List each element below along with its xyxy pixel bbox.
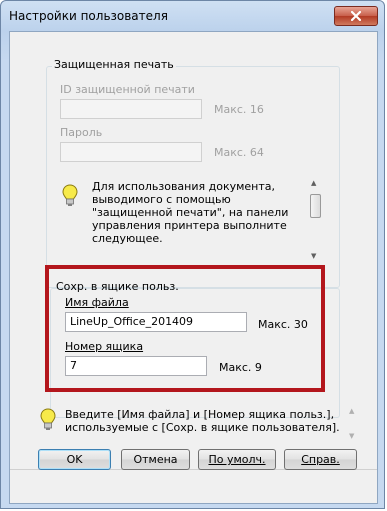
scroll-thumb[interactable]	[310, 194, 321, 218]
hint-lightbulb-icon	[40, 408, 56, 430]
defaults-button[interactable]: По умолч.	[198, 449, 276, 470]
cancel-button[interactable]: Отмена	[121, 449, 190, 470]
hint-text: Введите [Имя файла] и [Номер ящика польз…	[65, 408, 340, 434]
secure-print-group-title: Защищенная печать	[52, 58, 176, 71]
password-max: Макс. 64	[214, 146, 264, 159]
dialog-window: Настройки пользователя Защищенная печать…	[0, 0, 385, 509]
scroll-up-arrow-icon[interactable]: ▲	[311, 179, 316, 187]
secure-print-id-max: Макс. 16	[214, 103, 264, 116]
highlight-frame	[45, 265, 325, 392]
scroll-down-arrow-icon[interactable]: ▼	[311, 252, 316, 260]
hint-scroll-down-arrow-icon[interactable]: ▼	[349, 432, 354, 440]
title-bar[interactable]: Настройки пользователя	[1, 1, 384, 31]
password-label: Пароль	[60, 126, 103, 139]
ok-button[interactable]: OK	[38, 449, 111, 470]
password-input[interactable]	[60, 142, 202, 162]
secure-print-info-text: Для использования документа, выводимого …	[92, 180, 289, 245]
close-button[interactable]	[334, 6, 378, 26]
close-icon	[351, 11, 361, 21]
hint-scroll-up-arrow-icon[interactable]: ▲	[349, 407, 354, 415]
secure-print-id-label: ID защищенной печати	[60, 83, 195, 96]
window-title: Настройки пользователя	[9, 9, 168, 23]
hint-scrollbar[interactable]: ▲ ▼	[346, 404, 360, 444]
help-button[interactable]: Справ.	[284, 449, 357, 470]
secure-print-info-scrollbar[interactable]: ▲ ▼	[308, 176, 322, 264]
lightbulb-icon	[62, 184, 78, 206]
secure-print-id-input[interactable]	[60, 99, 202, 119]
